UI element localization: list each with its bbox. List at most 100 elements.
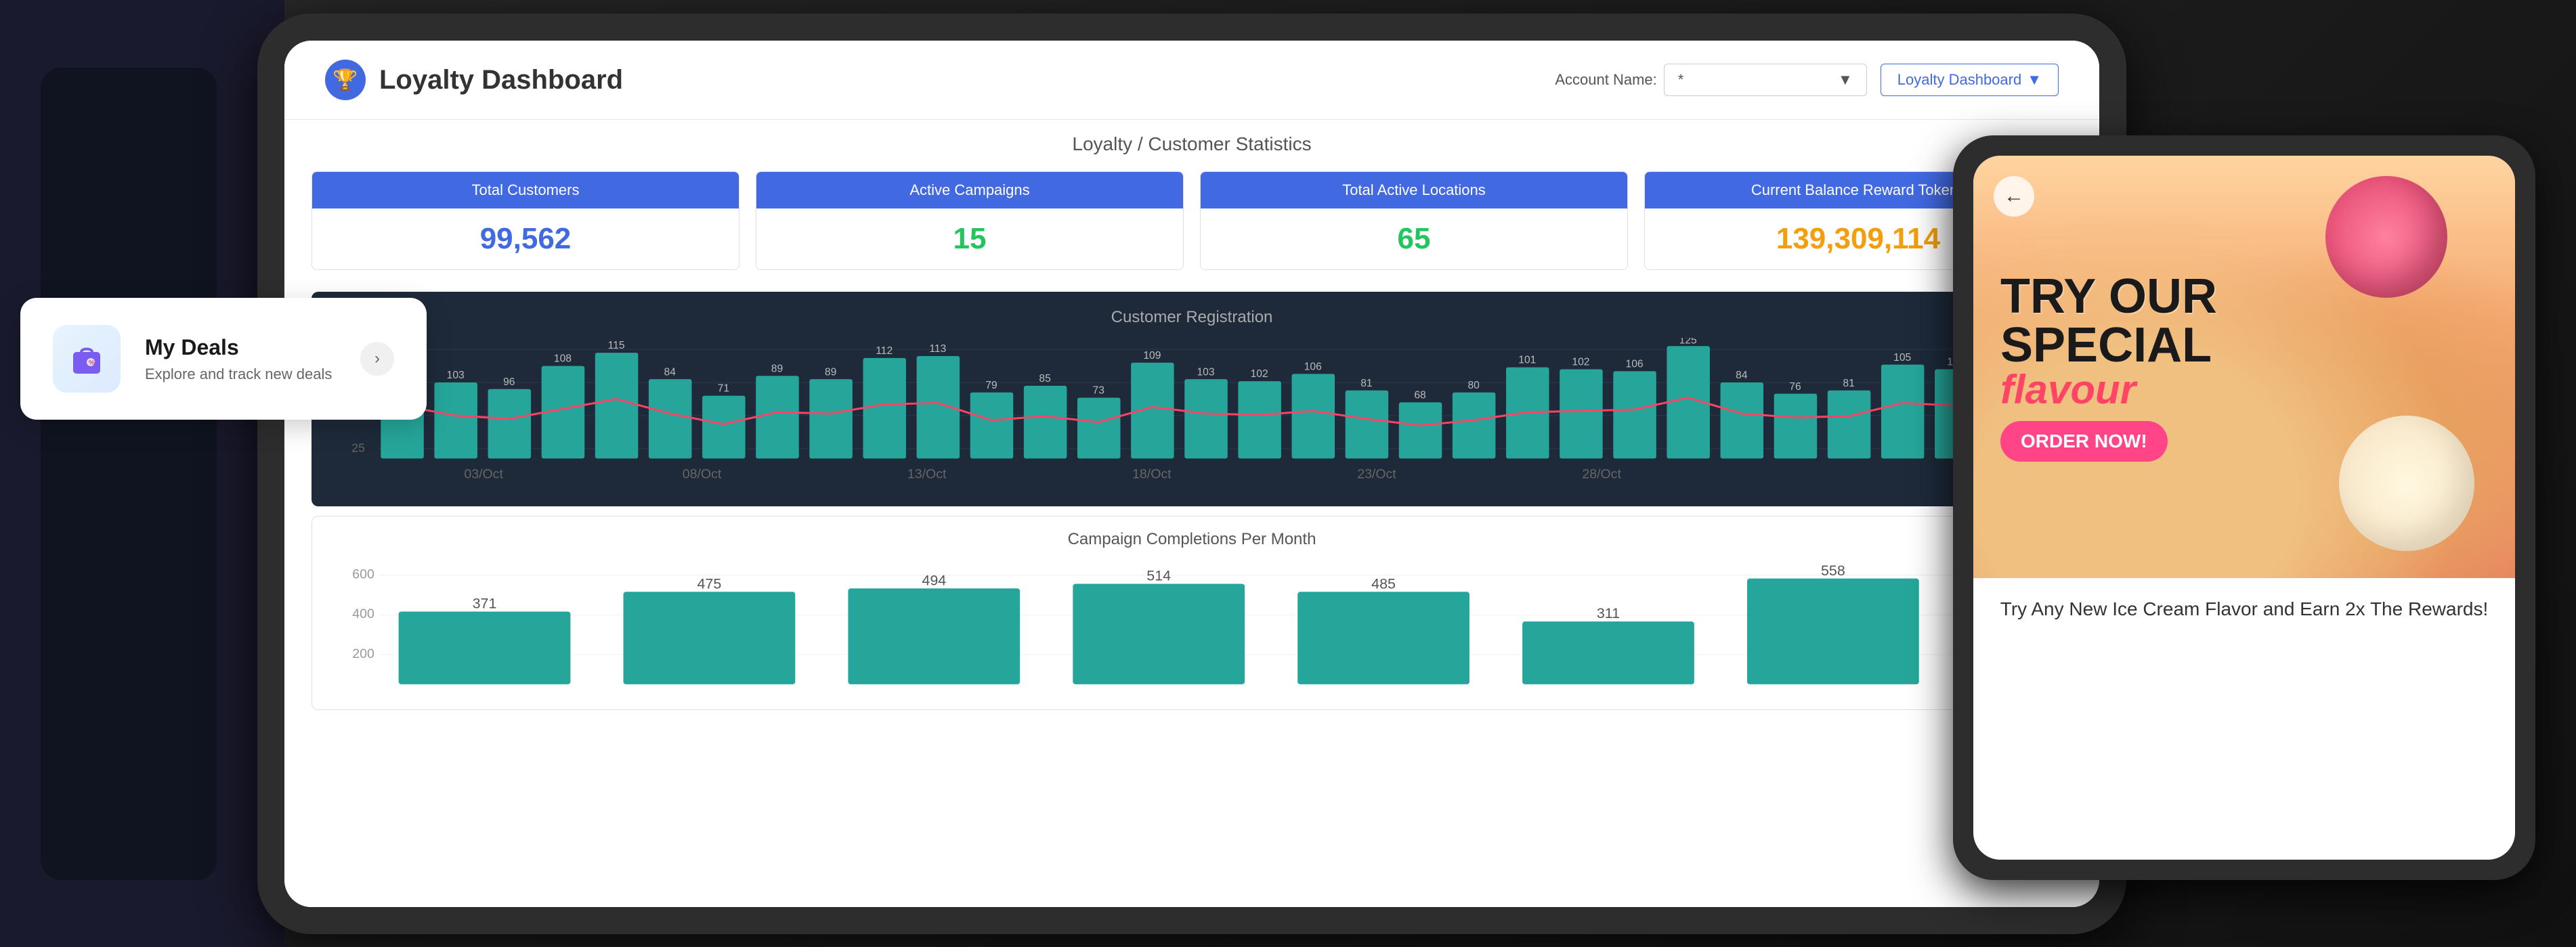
- svg-text:23/Oct: 23/Oct: [1357, 467, 1396, 482]
- stats-cards-container: Total Customers 99,562 Active Campaigns …: [312, 171, 2072, 270]
- svg-text:115: 115: [608, 340, 625, 351]
- loyalty-button-arrow: ▼: [2027, 71, 2042, 89]
- stat-card-total-customers: Total Customers 99,562: [312, 171, 739, 270]
- app-logo-icon: 🏆: [325, 60, 366, 100]
- svg-text:25: 25: [351, 441, 365, 455]
- svg-text:494: 494: [922, 572, 946, 588]
- phone-device: ← TRY OUR SPECIAL flavour ORDER NOW! Try…: [1953, 135, 2535, 880]
- stats-section: Loyalty / Customer Statistics Total Cust…: [284, 120, 2099, 281]
- stat-card-total-locations: Total Active Locations 65: [1200, 171, 1628, 270]
- device-frame: 🏆 Loyalty Dashboard Account Name: * ▼: [0, 0, 2576, 947]
- svg-text:%: %: [89, 359, 95, 367]
- svg-text:106: 106: [1304, 361, 1322, 372]
- stat-card-value-customers: 99,562: [312, 208, 739, 269]
- left-panel: [0, 0, 284, 947]
- svg-text:600: 600: [352, 567, 374, 582]
- stat-card-value-campaigns: 15: [756, 208, 1183, 269]
- svg-text:79: 79: [985, 380, 997, 391]
- promo-text-overlay: TRY OUR SPECIAL flavour ORDER NOW!: [2000, 272, 2217, 462]
- stat-card-header-locations: Total Active Locations: [1201, 172, 1627, 208]
- svg-text:103: 103: [447, 370, 465, 381]
- order-now-button[interactable]: ORDER NOW!: [2000, 421, 2168, 462]
- svg-text:101: 101: [1518, 355, 1536, 366]
- svg-text:84: 84: [1736, 370, 1748, 381]
- loyalty-button-label: Loyalty Dashboard: [1897, 71, 2021, 89]
- svg-text:200: 200: [352, 646, 374, 661]
- phone-bottom-section: Try Any New Ice Cream Flavor and Earn 2x…: [1973, 578, 2515, 640]
- svg-text:76: 76: [1789, 381, 1801, 393]
- svg-text:71: 71: [718, 383, 729, 395]
- svg-text:85: 85: [1039, 373, 1051, 384]
- svg-text:112: 112: [876, 345, 893, 357]
- svg-text:89: 89: [825, 366, 836, 378]
- svg-text:18/Oct: 18/Oct: [1132, 467, 1172, 482]
- svg-text:106: 106: [1626, 359, 1644, 370]
- account-dropdown-arrow: ▼: [1838, 71, 1853, 89]
- deals-shopping-icon: %: [53, 325, 121, 393]
- stat-card-header-campaigns: Active Campaigns: [756, 172, 1183, 208]
- my-deals-subtitle: Explore and track new deals: [145, 366, 336, 383]
- svg-text:109: 109: [1143, 350, 1161, 361]
- svg-text:485: 485: [1371, 575, 1396, 592]
- ice-cream-scoop-vanilla: [2339, 416, 2474, 551]
- my-deals-card[interactable]: % My Deals Explore and track new deals ›: [20, 298, 427, 420]
- promo-image-area: ← TRY OUR SPECIAL flavour ORDER NOW!: [1973, 156, 2515, 578]
- account-name-dropdown[interactable]: * ▼: [1664, 64, 1867, 96]
- ice-cream-scoop-pink: [2325, 176, 2447, 298]
- svg-text:102: 102: [1572, 357, 1589, 368]
- svg-text:371: 371: [473, 596, 497, 612]
- svg-text:96: 96: [503, 376, 515, 388]
- svg-text:81: 81: [1360, 378, 1372, 389]
- campaign-chart-title: Campaign Completions Per Month: [332, 530, 2051, 549]
- svg-text:102: 102: [1251, 368, 1268, 380]
- svg-text:80: 80: [1467, 380, 1480, 391]
- promo-line2: SPECIAL: [2000, 321, 2217, 370]
- deals-icon-container: %: [53, 325, 121, 393]
- svg-text:514: 514: [1146, 568, 1171, 584]
- svg-text:13/Oct: 13/Oct: [907, 467, 947, 482]
- left-panel-screen: [41, 68, 217, 880]
- svg-text:08/Oct: 08/Oct: [683, 467, 722, 482]
- customer-registration-chart: Customer Registration Month | Days 100 7…: [312, 292, 2072, 506]
- customer-registration-svg: 100 75 50 25 110 103: [332, 338, 2052, 487]
- my-deals-title: My Deals: [145, 335, 336, 360]
- loyalty-dashboard-button[interactable]: Loyalty Dashboard ▼: [1881, 64, 2059, 96]
- stats-section-title: Loyalty / Customer Statistics: [312, 133, 2072, 155]
- svg-text:28/Oct: 28/Oct: [1582, 467, 1621, 482]
- back-arrow-button[interactable]: ←: [1994, 176, 2034, 217]
- dashboard-header: 🏆 Loyalty Dashboard Account Name: * ▼: [284, 41, 2099, 120]
- stat-card-value-locations: 65: [1201, 208, 1627, 269]
- account-name-label: Account Name:: [1555, 71, 1656, 89]
- svg-text:311: 311: [1597, 605, 1620, 621]
- header-left: 🏆 Loyalty Dashboard: [325, 60, 623, 100]
- svg-text:73: 73: [1093, 385, 1104, 397]
- svg-text:475: 475: [697, 575, 721, 592]
- svg-text:125: 125: [1679, 338, 1697, 346]
- svg-text:68: 68: [1414, 389, 1426, 401]
- customer-chart-title: Customer Registration: [905, 308, 1479, 327]
- svg-text:03/Oct: 03/Oct: [464, 467, 503, 482]
- svg-text:113: 113: [929, 343, 946, 355]
- shopping-bag-icon: %: [66, 338, 107, 379]
- svg-text:400: 400: [352, 607, 374, 621]
- stat-card-active-campaigns: Active Campaigns 15: [756, 171, 1184, 270]
- svg-text:81: 81: [1843, 378, 1854, 389]
- header-right: Account Name: * ▼ Loyalty Dashboard ▼: [1555, 64, 2059, 96]
- campaign-completions-chart: Campaign Completions Per Month 600 400 2…: [312, 516, 2072, 710]
- tablet-screen: 🏆 Loyalty Dashboard Account Name: * ▼: [284, 41, 2099, 907]
- account-select-label: Account Name: * ▼: [1555, 64, 1866, 96]
- account-placeholder: *: [1678, 71, 1684, 89]
- page-title: Loyalty Dashboard: [379, 65, 623, 95]
- svg-text:84: 84: [664, 366, 677, 378]
- svg-text:105: 105: [1893, 352, 1911, 364]
- tablet-device: 🏆 Loyalty Dashboard Account Name: * ▼: [257, 14, 2126, 934]
- svg-text:103: 103: [1197, 366, 1214, 378]
- dashboard: 🏆 Loyalty Dashboard Account Name: * ▼: [284, 41, 2099, 907]
- phone-screen: ← TRY OUR SPECIAL flavour ORDER NOW! Try…: [1973, 156, 2515, 860]
- promo-line3: flavour: [2000, 370, 2217, 410]
- deals-arrow-button[interactable]: ›: [360, 342, 394, 376]
- svg-text:558: 558: [1821, 563, 1845, 579]
- stat-card-header-customers: Total Customers: [312, 172, 739, 208]
- svg-text:89: 89: [771, 363, 783, 374]
- svg-text:108: 108: [554, 353, 572, 365]
